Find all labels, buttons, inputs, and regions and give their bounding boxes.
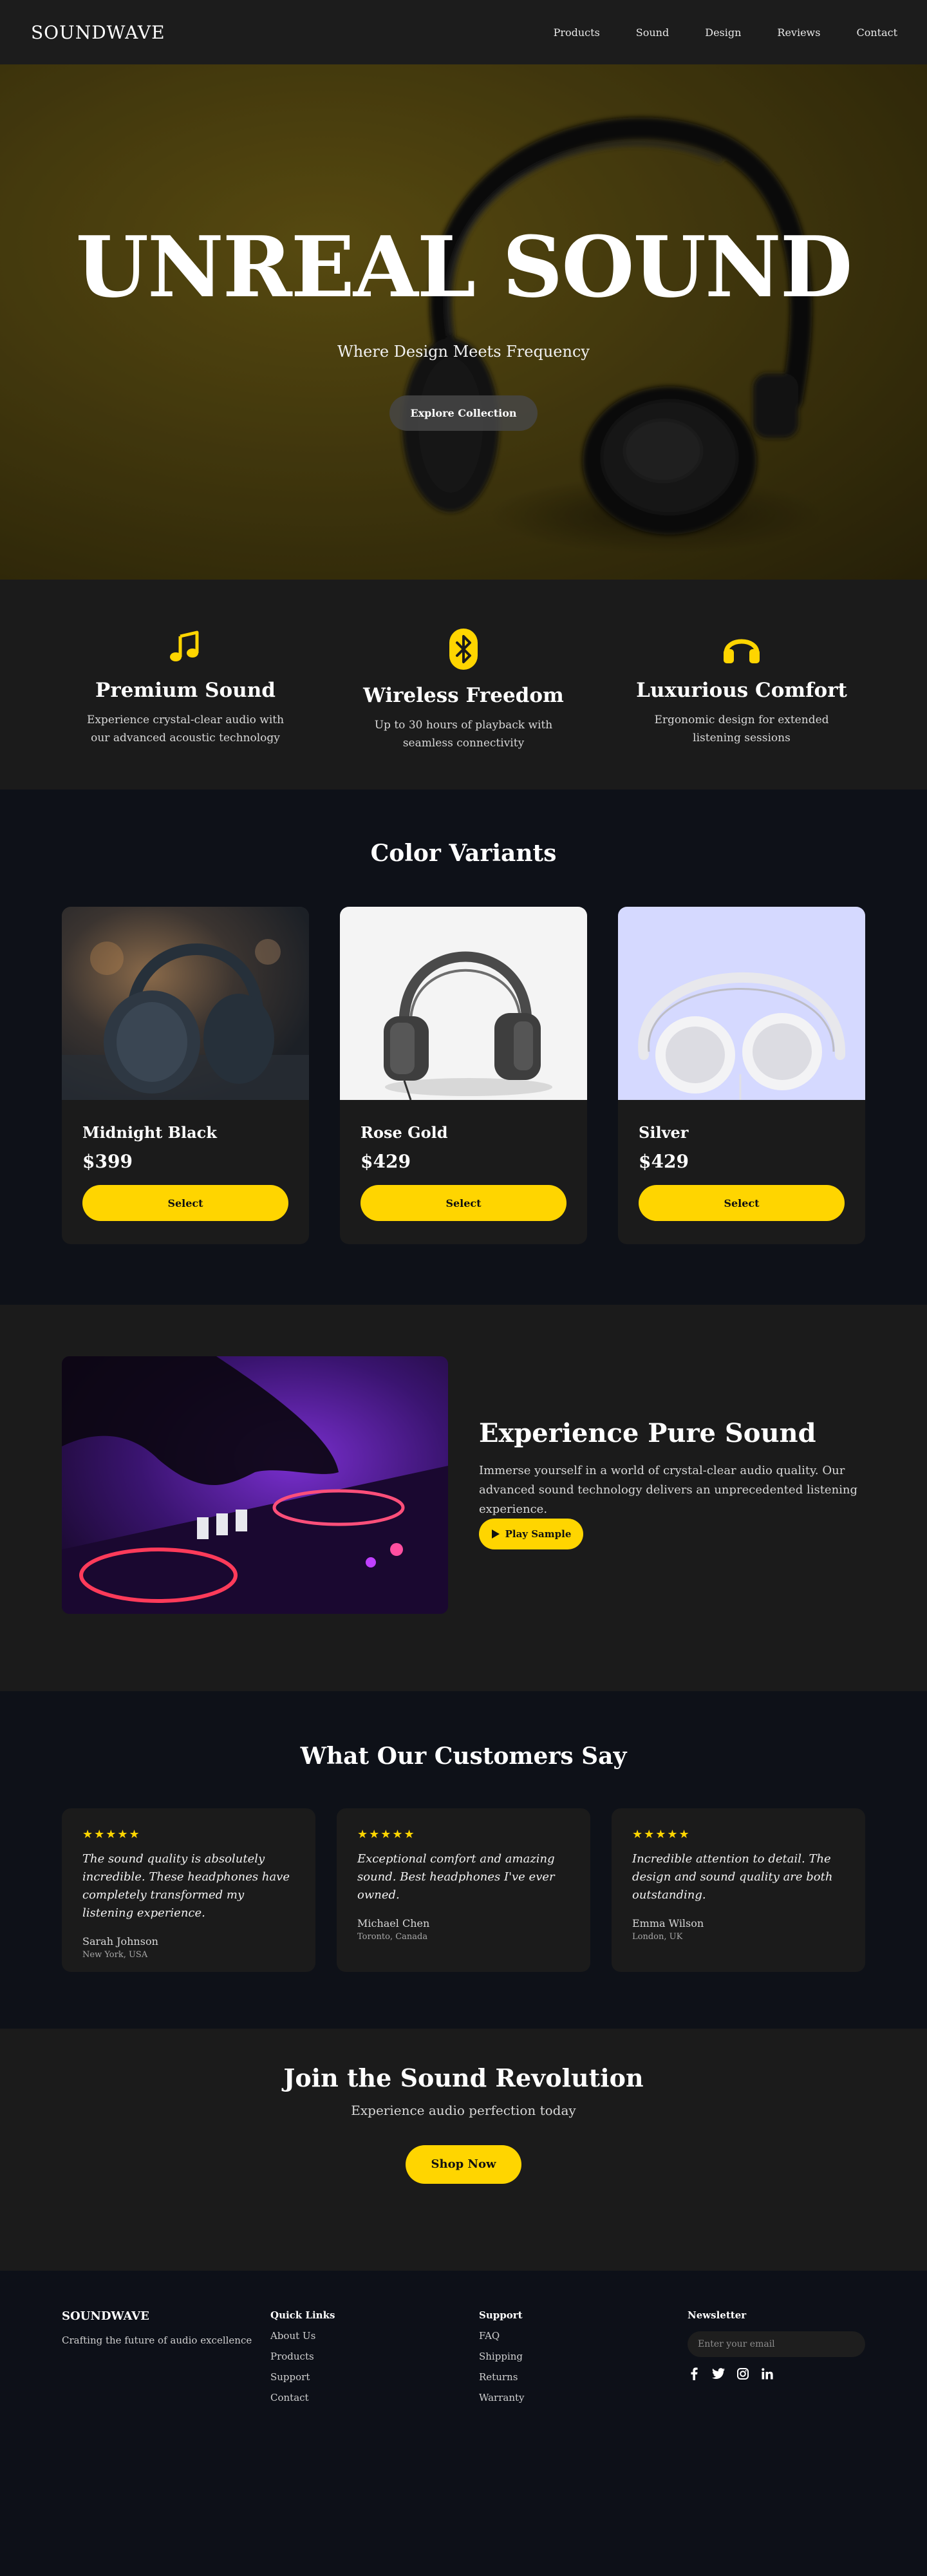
footer-link-shipping[interactable]: Shipping	[479, 2351, 525, 2362]
nav-link-contact[interactable]: Contact	[856, 26, 897, 39]
footer-tagline: Crafting the future of audio excellence	[62, 2334, 252, 2346]
feature-title: Wireless Freedom	[363, 684, 564, 707]
feature-text: Ergonomic design for extended listening …	[654, 714, 829, 744]
dj-mixer-image	[62, 1356, 448, 1614]
feature-luxurious-comfort: Luxurious Comfort Ergonomic design for e…	[613, 629, 870, 747]
reviewer-name: Sarah Johnson	[82, 1935, 158, 1947]
product-name: Silver	[639, 1123, 689, 1142]
site-logo[interactable]: SOUNDWAVE	[31, 22, 165, 43]
footer-link-returns[interactable]: Returns	[479, 2371, 525, 2383]
reviewer-name: Emma Wilson	[632, 1917, 704, 1929]
product-image-midnight-black	[62, 907, 309, 1100]
cta-title: Join the Sound Revolution	[283, 2063, 644, 2092]
play-sample-button[interactable]: Play Sample	[479, 1519, 583, 1549]
product-image-silver	[618, 907, 865, 1100]
footer-link-warranty[interactable]: Warranty	[479, 2392, 525, 2403]
experience-section: Experience Pure Sound Immerse yourself i…	[0, 1305, 927, 1691]
footer-support: Support FAQ Shipping Returns Warranty	[479, 2309, 525, 2403]
footer-link-support[interactable]: Support	[270, 2371, 335, 2383]
testimonial-quote: Exceptional comfort and amazing sound. B…	[357, 1852, 555, 1902]
section-title: Color Variants	[370, 840, 557, 867]
explore-collection-button[interactable]: Explore Collection	[389, 395, 538, 431]
instagram-icon[interactable]	[736, 2367, 749, 2380]
cta-section: Join the Sound Revolution Experience aud…	[0, 2029, 927, 2271]
footer-link-faq[interactable]: FAQ	[479, 2330, 525, 2342]
footer-brand: SOUNDWAVE Crafting the future of audio e…	[62, 2309, 252, 2346]
features-section: Premium Sound Experience crystal-clear a…	[0, 580, 927, 790]
footer-link-contact[interactable]: Contact	[270, 2392, 335, 2403]
reviewer-name: Michael Chen	[357, 1917, 430, 1929]
testimonial-quote: The sound quality is absolutely incredib…	[82, 1852, 290, 1920]
play-sample-label: Play Sample	[505, 1528, 572, 1540]
feature-premium-sound: Premium Sound Experience crystal-clear a…	[57, 629, 314, 747]
section-title: What Our Customers Say	[300, 1743, 627, 1770]
product-name: Midnight Black	[82, 1123, 217, 1142]
reviewer-location: London, UK	[632, 1932, 683, 1942]
footer: SOUNDWAVE Crafting the future of audio e…	[0, 2271, 927, 2576]
nav-link-design[interactable]: Design	[705, 26, 741, 39]
nav-link-sound[interactable]: Sound	[636, 26, 669, 39]
hero-title: UNREAL SOUND	[75, 218, 853, 316]
feature-title: Luxurious Comfort	[636, 679, 847, 702]
music-note-icon	[170, 630, 199, 661]
linkedin-icon[interactable]	[761, 2367, 774, 2380]
testimonial-quote: Incredible attention to detail. The desi…	[632, 1852, 833, 1902]
shop-now-button[interactable]: Shop Now	[406, 2145, 521, 2184]
experience-text: Immerse yourself in a world of crystal-c…	[479, 1464, 858, 1516]
hero-content: UNREAL SOUND Where Design Meets Frequenc…	[0, 225, 927, 431]
hero-section: UNREAL SOUND Where Design Meets Frequenc…	[0, 64, 927, 580]
top-nav: SOUNDWAVE Products Sound Design Reviews …	[0, 0, 927, 64]
feature-wireless-freedom: Wireless Freedom Up to 30 hours of playb…	[335, 629, 592, 752]
star-rating: ★★★★★	[357, 1828, 416, 1841]
reviewer-location: New York, USA	[82, 1950, 148, 1960]
testimonial-card: ★★★★★ Incredible attention to detail. Th…	[612, 1808, 865, 1972]
footer-heading: Newsletter	[688, 2309, 747, 2321]
testimonial-card: ★★★★★ Exceptional comfort and amazing so…	[337, 1808, 590, 1972]
nav-link-reviews[interactable]: Reviews	[777, 26, 820, 39]
cta-subtitle: Experience audio perfection today	[351, 2103, 576, 2118]
feature-title: Premium Sound	[95, 679, 276, 702]
select-button[interactable]: Select	[639, 1185, 845, 1221]
footer-heading: Quick Links	[270, 2309, 335, 2321]
product-image-rose-gold	[340, 907, 587, 1100]
product-price: $429	[360, 1151, 411, 1172]
select-button[interactable]: Select	[360, 1185, 566, 1221]
product-price: $429	[639, 1151, 689, 1172]
hero-subtitle: Where Design Meets Frequency	[337, 343, 590, 361]
product-card-rose-gold[interactable]: Rose Gold $429 Select	[340, 907, 587, 1244]
headphones-icon	[724, 639, 760, 663]
twitter-icon[interactable]	[712, 2367, 725, 2380]
footer-link-about[interactable]: About Us	[270, 2330, 335, 2342]
nav-link-products[interactable]: Products	[554, 26, 600, 39]
experience-title: Experience Pure Sound	[479, 1418, 816, 1448]
nav-links: Products Sound Design Reviews Contact	[554, 26, 897, 39]
footer-heading: Support	[479, 2309, 523, 2321]
product-card-midnight-black[interactable]: Midnight Black $399 Select	[62, 907, 309, 1244]
newsletter-email-input[interactable]	[688, 2331, 865, 2357]
product-name: Rose Gold	[360, 1123, 448, 1142]
testimonial-card: ★★★★★ The sound quality is absolutely in…	[62, 1808, 315, 1972]
footer-newsletter: Newsletter	[688, 2309, 865, 2380]
play-icon	[491, 1530, 500, 1539]
footer-link-products[interactable]: Products	[270, 2351, 335, 2362]
bluetooth-icon	[449, 629, 478, 670]
social-links	[688, 2367, 865, 2380]
reviewer-location: Toronto, Canada	[357, 1932, 428, 1942]
product-price: $399	[82, 1151, 133, 1172]
feature-text: Up to 30 hours of playback with seamless…	[374, 719, 553, 750]
footer-quick-links: Quick Links About Us Products Support Co…	[270, 2309, 335, 2403]
color-variants-section: Color Variants Midnight Black $399 Selec…	[0, 790, 927, 1305]
feature-text: Experience crystal-clear audio with our …	[86, 714, 285, 744]
star-rating: ★★★★★	[82, 1828, 141, 1841]
product-card-silver[interactable]: Silver $429 Select	[618, 907, 865, 1244]
select-button[interactable]: Select	[82, 1185, 288, 1221]
testimonials-section: What Our Customers Say ★★★★★ The sound q…	[0, 1691, 927, 2029]
facebook-icon[interactable]	[688, 2367, 700, 2380]
star-rating: ★★★★★	[632, 1828, 691, 1841]
footer-logo[interactable]: SOUNDWAVE	[62, 2309, 252, 2323]
